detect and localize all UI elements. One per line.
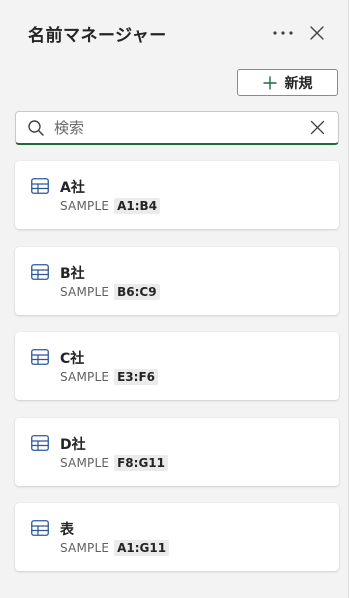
search-icon xyxy=(26,118,46,138)
name-item-scope: SAMPLE xyxy=(60,199,110,213)
name-item-details: SAMPLE F8:G11 xyxy=(60,454,169,471)
name-item-details: SAMPLE A1:G11 xyxy=(60,540,170,556)
plus-icon xyxy=(262,75,277,90)
clear-icon xyxy=(310,120,324,135)
table-icon xyxy=(31,434,49,451)
clear-search-button[interactable] xyxy=(306,117,328,139)
name-item-details: SAMPLE E3:F6 xyxy=(60,369,159,385)
new-button-label: 新規 xyxy=(284,75,313,92)
name-list: A社 SAMPLE A1:B4 B社 SAMPLE B6:C9 C社 SAMPL… xyxy=(15,161,339,589)
name-item[interactable]: B社 SAMPLE B6:C9 xyxy=(15,246,339,315)
name-item-title: A社 xyxy=(60,180,85,196)
table-icon xyxy=(31,520,49,536)
name-item-title: B社 xyxy=(60,265,85,282)
name-item-scope: SAMPLE xyxy=(60,455,110,470)
name-item-details: SAMPLE A1:B4 xyxy=(60,198,161,214)
close-pane-button[interactable] xyxy=(304,20,330,46)
name-item-reference: A1:G11 xyxy=(114,540,170,556)
name-item[interactable]: A社 SAMPLE A1:B4 xyxy=(15,161,339,229)
name-item-scope: SAMPLE xyxy=(60,541,110,555)
close-icon xyxy=(310,26,324,40)
new-name-button[interactable]: 新規 xyxy=(237,69,338,96)
name-item-reference: F8:G11 xyxy=(114,454,169,471)
name-item-reference: A1:B4 xyxy=(114,198,161,214)
name-item-details: SAMPLE B6:C9 xyxy=(60,283,160,300)
name-item-reference: B6:C9 xyxy=(114,283,160,300)
pane-header: 名前マネージャー xyxy=(28,19,330,47)
name-item-reference: E3:F6 xyxy=(114,369,159,385)
table-icon xyxy=(31,263,49,280)
name-item-title: D社 xyxy=(60,436,86,453)
pane-title: 名前マネージャー xyxy=(28,25,167,46)
more-horizontal-icon xyxy=(273,31,293,35)
name-item-title: 表 xyxy=(60,522,74,538)
name-item-title: C社 xyxy=(60,351,85,367)
name-item[interactable]: D社 SAMPLE F8:G11 xyxy=(15,417,339,486)
table-icon xyxy=(31,178,49,194)
name-item[interactable]: 表 SAMPLE A1:G11 xyxy=(15,503,339,571)
name-manager-pane: 名前マネージャー 新規 検索 A社 SAMPLE A1:B4 B社 SAMPLE… xyxy=(0,0,349,598)
more-options-button[interactable] xyxy=(270,20,296,46)
name-item-scope: SAMPLE xyxy=(60,284,110,299)
table-icon xyxy=(31,349,49,365)
name-item-scope: SAMPLE xyxy=(60,370,110,384)
search-box xyxy=(15,111,339,145)
name-item[interactable]: C社 SAMPLE E3:F6 xyxy=(15,332,339,400)
search-input[interactable] xyxy=(54,118,306,137)
